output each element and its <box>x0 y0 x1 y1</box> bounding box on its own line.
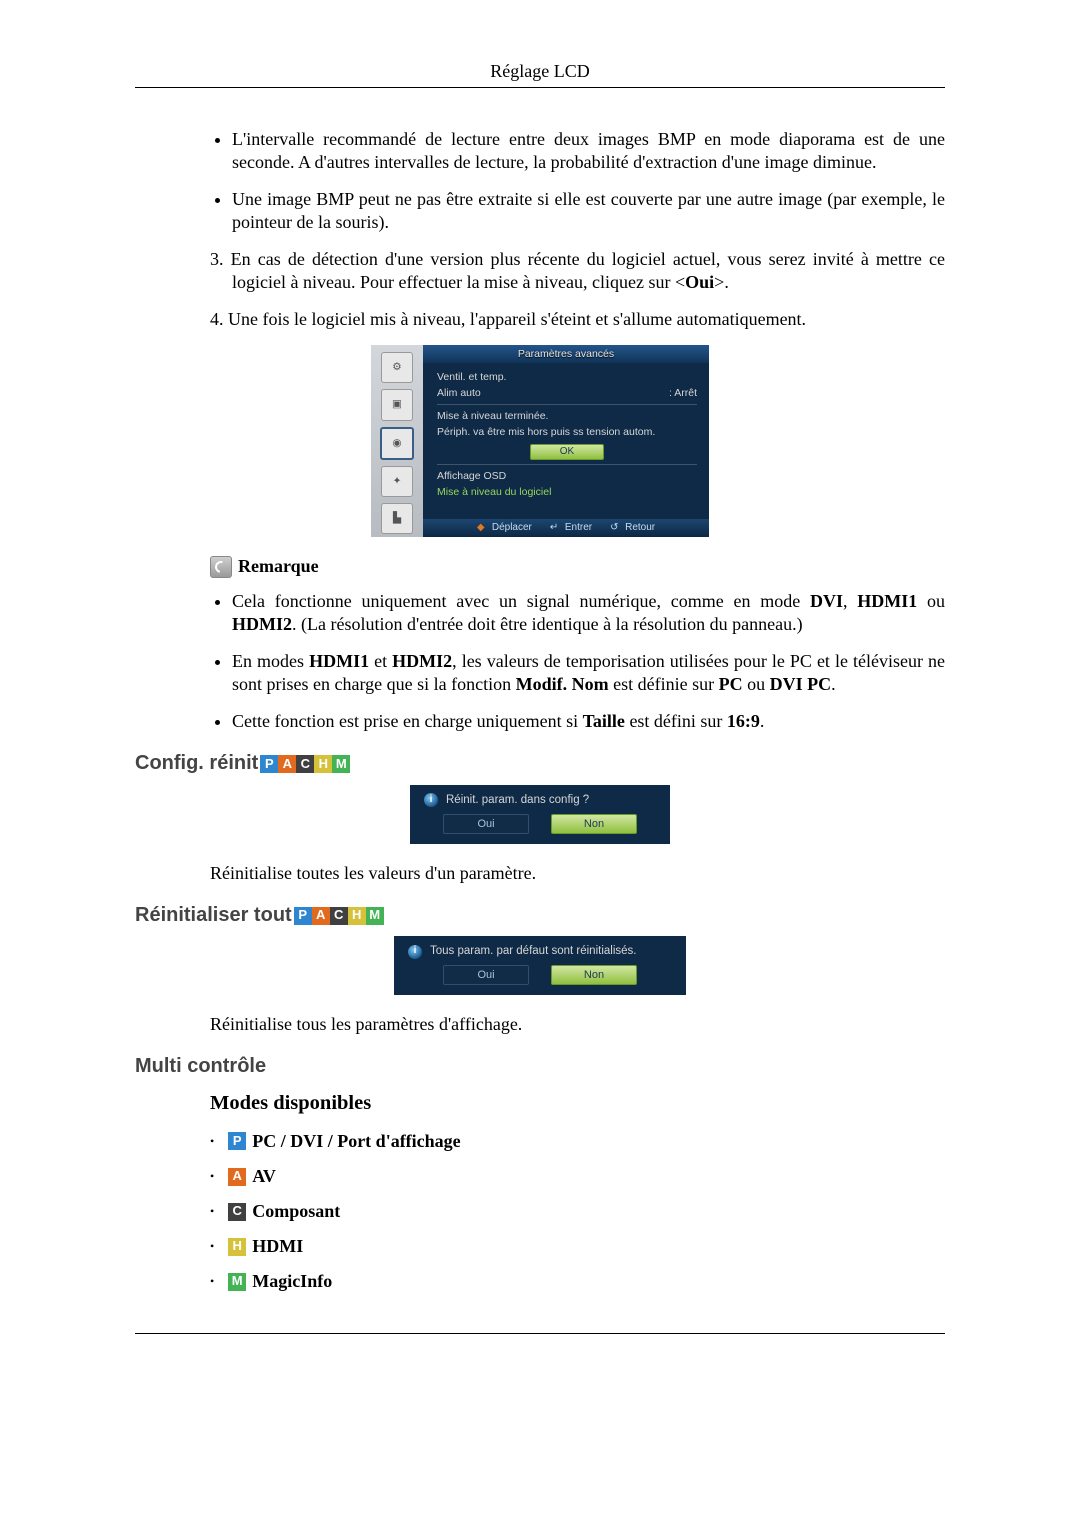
osd-row-maj: Mise à niveau du logiciel <box>437 484 697 500</box>
badge-a-icon: A <box>278 755 296 773</box>
numbered-item-3: En cas de détection d'une version plus r… <box>210 248 945 294</box>
dlg1-yes-button: Oui <box>443 814 529 834</box>
badge-c-icon: C <box>330 907 348 925</box>
osd-sidebar-icon-4: ✦ <box>381 466 413 497</box>
badges-pachm-2: P A C H M <box>294 907 384 925</box>
dlg1-no-button: Non <box>551 814 637 834</box>
mode-item-composant: C Composant <box>210 1200 945 1223</box>
mode-item-magicinfo: M MagicInfo <box>210 1270 945 1293</box>
dlg-reset-all: i Tous param. par défaut sont réinitiali… <box>394 936 686 995</box>
intro-bullets: L'intervalle recommandé de lecture entre… <box>210 128 945 234</box>
intro-bullet-1: L'intervalle recommandé de lecture entre… <box>232 128 945 174</box>
mode-item-pc: P PC / DVI / Port d'affichage <box>210 1130 945 1153</box>
note-heading: Remarque <box>210 555 945 578</box>
dlg1-desc: Réinitialise toutes les valeurs d'un par… <box>210 862 945 885</box>
config-reinit-heading: Config. réinit P A C H M <box>135 751 945 777</box>
info-icon: i <box>408 945 422 959</box>
dlg1-question: Réinit. param. dans config ? <box>446 793 589 808</box>
osd-titlebar: Paramètres avancés <box>423 345 709 363</box>
osd-sidebar-icon-5: ▙ <box>381 503 413 534</box>
note-label: Remarque <box>238 555 319 578</box>
badge-c-icon: C <box>228 1203 246 1221</box>
badge-a-icon: A <box>228 1168 246 1186</box>
osd-screenshot: ⚙ ▣ ◉ ✦ ▙ Paramètres avancés Ventil. et … <box>371 345 709 537</box>
dlg2-desc: Réinitialise tous les paramètres d'affic… <box>210 1013 945 1036</box>
osd-sidebar-icon-2: ▣ <box>381 389 413 420</box>
badge-m-icon: M <box>366 907 384 925</box>
modes-disponibles-heading: Modes disponibles <box>210 1090 945 1116</box>
osd-upgrade-msg: Périph. va être mis hors puis ss tension… <box>437 424 697 440</box>
osd-row-alim: Alim auto: Arrêt <box>437 385 697 401</box>
osd-ok-button: OK <box>530 444 604 460</box>
osd-sidebar-icon-1: ⚙ <box>381 352 413 383</box>
footer-rule <box>135 1333 945 1334</box>
osd-row-ventil: Ventil. et temp. <box>437 369 697 385</box>
osd-sidebar: ⚙ ▣ ◉ ✦ ▙ <box>371 345 423 537</box>
osd-row-affichage: Affichage OSD <box>437 468 697 484</box>
note-icon <box>210 556 232 578</box>
badge-a-icon: A <box>312 907 330 925</box>
badge-p-icon: P <box>294 907 312 925</box>
numbered-item-4: Une fois le logiciel mis à niveau, l'app… <box>210 308 945 331</box>
badge-h-icon: H <box>228 1238 246 1256</box>
dlg2-question: Tous param. par défaut sont réinitialisé… <box>430 944 636 959</box>
dlg2-no-button: Non <box>551 965 637 985</box>
badge-p-icon: P <box>228 1132 246 1150</box>
note-bullet-2: En modes HDMI1 et HDMI2, les valeurs de … <box>232 650 945 696</box>
badge-p-icon: P <box>260 755 278 773</box>
mode-item-av: A AV <box>210 1165 945 1188</box>
multi-controle-heading: Multi contrôle <box>135 1054 945 1080</box>
badge-h-icon: H <box>314 755 332 773</box>
osd-footer: ◆Déplacer ↵Entrer ↺Retour <box>423 519 709 537</box>
dlg2-yes-button: Oui <box>443 965 529 985</box>
osd-upgrade-done: Mise à niveau terminée. <box>437 408 697 424</box>
page-header: Réglage LCD <box>135 60 945 83</box>
note-bullet-3: Cette fonction est prise en charge uniqu… <box>232 710 945 733</box>
info-icon: i <box>424 793 438 807</box>
dlg-config-reinit: i Réinit. param. dans config ? Oui Non <box>410 785 670 844</box>
badges-pachm: P A C H M <box>260 755 350 773</box>
badge-m-icon: M <box>228 1273 246 1291</box>
intro-bullet-2: Une image BMP peut ne pas être extraite … <box>232 188 945 234</box>
badge-h-icon: H <box>348 907 366 925</box>
badge-c-icon: C <box>296 755 314 773</box>
mode-item-hdmi: H HDMI <box>210 1235 945 1258</box>
badge-m-icon: M <box>332 755 350 773</box>
header-rule <box>135 87 945 88</box>
reset-all-heading: Réinitialiser tout P A C H M <box>135 903 945 929</box>
note-bullet-1: Cela fonctionne uniquement avec un signa… <box>232 590 945 636</box>
osd-sidebar-icon-3-selected: ◉ <box>380 427 414 460</box>
